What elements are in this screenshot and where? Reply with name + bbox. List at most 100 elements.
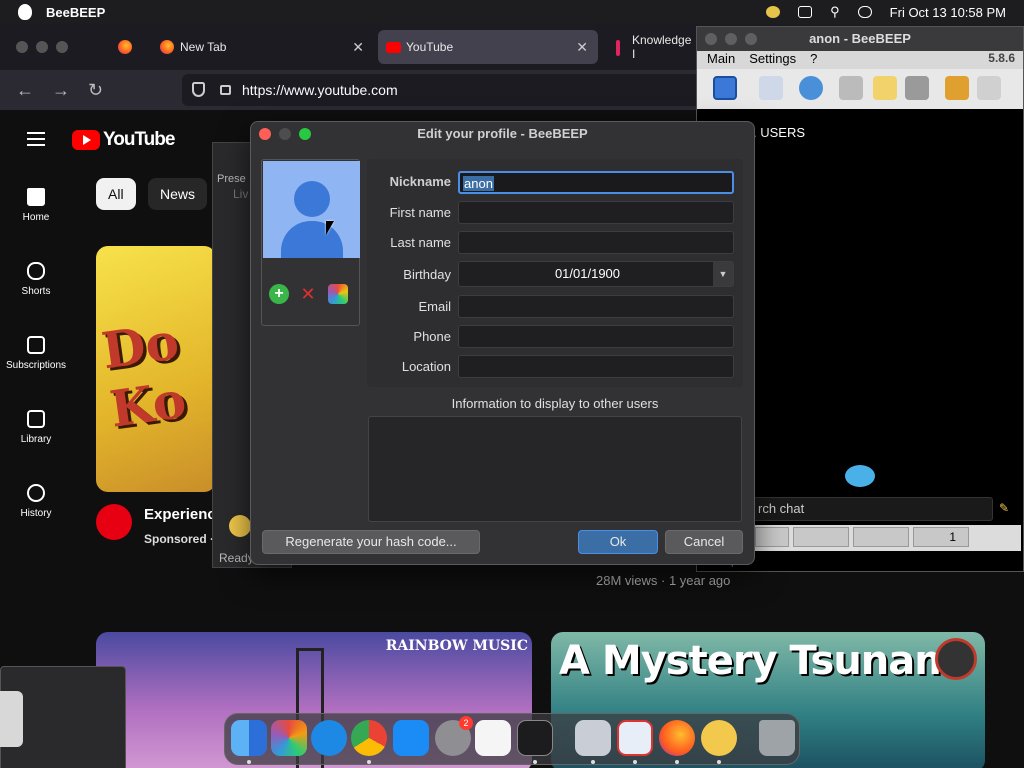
channel-avatar[interactable] bbox=[96, 504, 132, 540]
close-tab-icon[interactable]: ✕ bbox=[352, 39, 364, 56]
beebeep-icon[interactable] bbox=[701, 720, 737, 756]
bee-status-icon[interactable] bbox=[766, 6, 781, 18]
hamburger-menu-icon[interactable] bbox=[27, 132, 45, 134]
url-bar[interactable]: https://www.youtube.com bbox=[182, 74, 702, 106]
forward-arrow-icon[interactable]: → bbox=[52, 80, 70, 101]
close-window-button[interactable] bbox=[705, 33, 717, 45]
status-tab-count[interactable]: 1 bbox=[913, 527, 969, 547]
email-field[interactable] bbox=[458, 295, 734, 318]
sidebar-item-subscriptions[interactable]: Subscriptions bbox=[0, 336, 72, 371]
chrome-icon[interactable] bbox=[351, 720, 387, 756]
chip-all[interactable]: All bbox=[96, 178, 136, 210]
close-window-button[interactable] bbox=[16, 41, 28, 53]
status-tab-emoticons[interactable] bbox=[755, 527, 789, 547]
trash-icon[interactable] bbox=[759, 720, 795, 756]
firefox-icon bbox=[160, 40, 174, 54]
tab-youtube[interactable]: YouTube ✕ bbox=[378, 30, 598, 64]
url-text[interactable]: https://www.youtube.com bbox=[242, 82, 398, 98]
status-tab-chat[interactable] bbox=[793, 527, 849, 547]
phone-label: Phone bbox=[413, 329, 451, 344]
close-tab-icon[interactable]: ✕ bbox=[576, 39, 588, 56]
library-icon bbox=[27, 410, 45, 428]
smiley-icon[interactable] bbox=[229, 515, 251, 537]
chevron-down-icon[interactable]: ▼ bbox=[713, 262, 733, 286]
youtube-logo-icon[interactable] bbox=[72, 130, 100, 150]
terminal-icon[interactable] bbox=[517, 720, 553, 756]
zoom-window-button[interactable] bbox=[745, 33, 757, 45]
remove-photo-icon[interactable]: ✕ bbox=[298, 284, 318, 304]
chat-bubble-icon bbox=[845, 465, 875, 487]
sidebar-item-library[interactable]: Library bbox=[0, 410, 72, 445]
minimize-window-button[interactable] bbox=[36, 41, 48, 53]
firefox-icon[interactable] bbox=[118, 40, 132, 54]
apple-icon[interactable] bbox=[18, 4, 32, 20]
screen-mirror-icon[interactable] bbox=[798, 6, 813, 18]
app-store-icon[interactable] bbox=[393, 720, 429, 756]
menu-settings[interactable]: Settings bbox=[749, 51, 796, 69]
avatar[interactable] bbox=[263, 161, 360, 258]
phone-field[interactable] bbox=[458, 325, 734, 348]
zoom-window-button[interactable] bbox=[299, 128, 311, 140]
menubar-app-name[interactable]: BeeBEEP bbox=[46, 5, 105, 20]
close-window-button[interactable] bbox=[259, 128, 271, 140]
minimize-window-button[interactable] bbox=[725, 33, 737, 45]
menu-main[interactable]: Main bbox=[707, 51, 735, 69]
profile-icon[interactable] bbox=[713, 76, 737, 100]
remote-desktop-icon[interactable] bbox=[617, 720, 653, 756]
search-chat-input[interactable]: rch chat bbox=[753, 497, 993, 521]
shield-icon[interactable] bbox=[192, 82, 205, 97]
birthday-field[interactable]: 01/01/1900 ▼ bbox=[458, 261, 734, 287]
info-textarea[interactable] bbox=[368, 416, 742, 522]
regenerate-hash-button[interactable]: Regenerate your hash code... bbox=[262, 530, 480, 554]
video-views: 28M views · 1 year ago bbox=[596, 573, 731, 588]
tab-label: New Tab bbox=[180, 40, 227, 54]
broadcast-icon[interactable] bbox=[799, 76, 823, 100]
nickname-field[interactable]: anon bbox=[458, 171, 734, 194]
sidebar-item-shorts[interactable]: Shorts bbox=[0, 262, 72, 297]
firefox-icon[interactable] bbox=[659, 720, 695, 756]
color-picker-icon[interactable] bbox=[328, 284, 348, 304]
thumbnail-text: RAINBOW MUSIC bbox=[385, 638, 528, 654]
edit-status-icon[interactable] bbox=[759, 76, 783, 100]
search-icon[interactable]: ⚲ bbox=[830, 4, 840, 20]
status-tab-users[interactable] bbox=[853, 527, 909, 547]
video-thumbnail[interactable]: Do Ko bbox=[96, 246, 216, 492]
first-name-field[interactable] bbox=[458, 201, 734, 224]
reload-icon[interactable]: ↻ bbox=[88, 80, 103, 101]
trash-icon[interactable] bbox=[977, 76, 1001, 100]
share-icon[interactable] bbox=[945, 76, 969, 100]
add-photo-icon[interactable]: + bbox=[269, 284, 289, 304]
back-arrow-icon[interactable]: ← bbox=[16, 80, 34, 101]
network-icon[interactable] bbox=[905, 76, 929, 100]
broom-icon[interactable]: ✎ bbox=[999, 501, 1009, 515]
tab-new-tab[interactable]: New Tab ✕ bbox=[152, 30, 374, 64]
chip-news[interactable]: News bbox=[148, 178, 208, 210]
cancel-button[interactable]: Cancel bbox=[665, 530, 743, 554]
location-field[interactable] bbox=[458, 355, 734, 378]
minimize-window-button[interactable] bbox=[279, 128, 291, 140]
control-center-icon[interactable] bbox=[857, 6, 872, 18]
tab-knowledge[interactable]: Knowledge I bbox=[604, 30, 696, 64]
sidebar-item-label: Home bbox=[22, 212, 50, 223]
menubar-datetime[interactable]: Fri Oct 13 10:58 PM bbox=[890, 5, 1006, 20]
running-dot bbox=[717, 760, 721, 764]
textedit-icon[interactable] bbox=[475, 720, 511, 756]
running-dot bbox=[247, 760, 251, 764]
menu-help[interactable]: ? bbox=[810, 51, 817, 69]
video-title[interactable]: Experienc bbox=[144, 506, 216, 523]
write-icon[interactable] bbox=[873, 76, 897, 100]
safari-icon[interactable] bbox=[311, 720, 347, 756]
sidebar-item-history[interactable]: History bbox=[0, 484, 72, 519]
finder-icon[interactable] bbox=[231, 720, 267, 756]
zoom-window-button[interactable] bbox=[56, 41, 68, 53]
youtube-logo-text[interactable]: YouTube bbox=[103, 129, 175, 151]
ok-button[interactable]: Ok bbox=[578, 530, 658, 554]
last-name-field[interactable] bbox=[458, 231, 734, 254]
launchpad-icon[interactable] bbox=[271, 720, 307, 756]
lock-icon[interactable] bbox=[220, 85, 231, 95]
app-icon[interactable] bbox=[0, 691, 23, 747]
screenshot-app-icon[interactable] bbox=[575, 720, 611, 756]
nickname-label: Nickname bbox=[389, 174, 451, 189]
sidebar-item-home[interactable]: Home bbox=[0, 188, 72, 223]
mail-icon[interactable] bbox=[839, 76, 863, 100]
